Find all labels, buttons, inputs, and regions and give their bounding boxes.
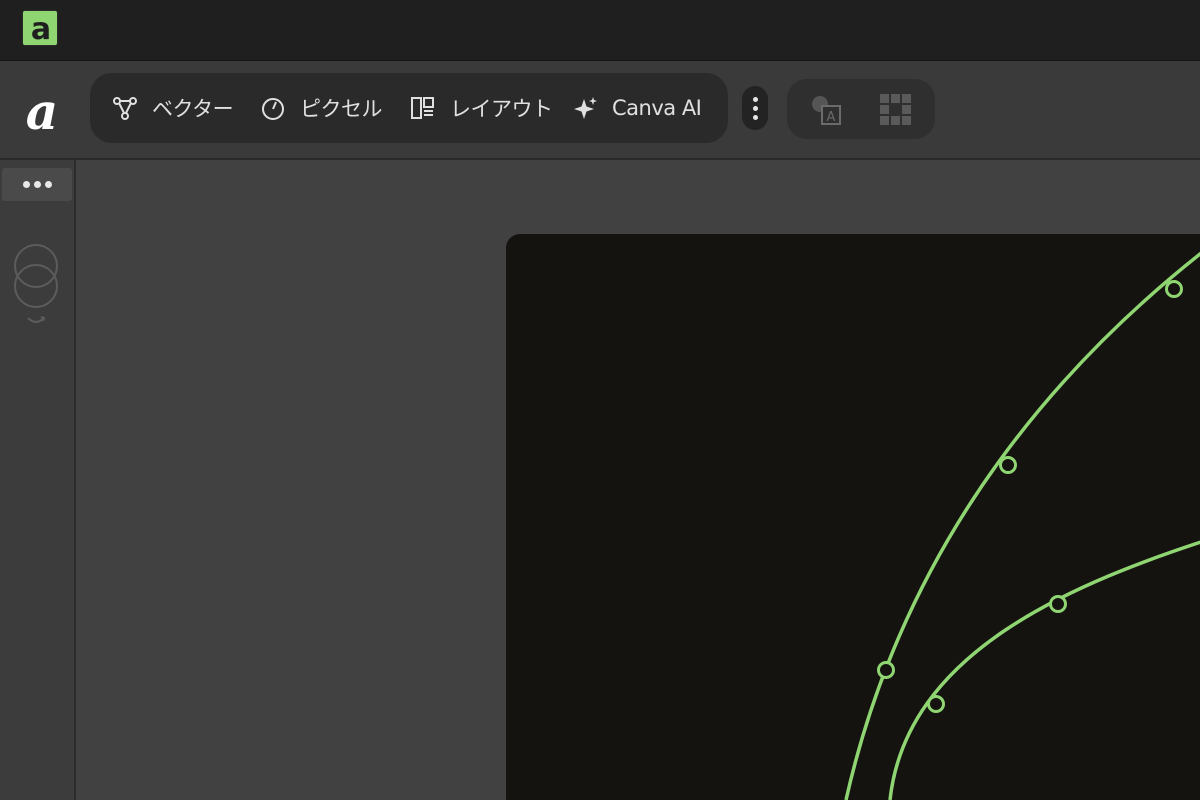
more-horizontal-icon [22,181,30,188]
layout-icon [410,95,436,121]
svg-text:A: A [827,110,836,125]
persona-pixel-label: ピクセル [300,97,383,121]
brand-logo-icon[interactable]: a [22,82,66,141]
blend-mode-icon[interactable] [12,242,60,330]
path-node[interactable] [927,695,945,713]
text-frame-icon[interactable]: A [807,91,845,129]
grid-icon[interactable] [877,91,915,129]
app-logo-icon[interactable]: a [22,10,58,47]
persona-vector-label: ベクター [152,97,234,121]
persona-canva-ai-label: Canva AI [612,96,702,120]
title-bar: a [0,0,1200,61]
persona-canva-ai[interactable]: Canva AI [572,73,702,143]
vector-nodes-icon [112,95,138,121]
more-options-button[interactable] [742,86,768,130]
persona-layout[interactable]: レイアウト [410,73,553,143]
svg-text:a: a [31,12,51,47]
path-node[interactable] [999,456,1017,474]
sparkle-icon [572,95,598,121]
persona-pixel[interactable]: ピクセル [260,73,383,143]
persona-vector[interactable]: ベクター [112,73,234,143]
path-node[interactable] [1049,595,1067,613]
context-tool-group: A [787,79,935,139]
outer-curve-path[interactable] [844,234,1200,800]
left-panel [0,160,76,800]
document-canvas[interactable] [506,234,1200,800]
inner-curve-path[interactable] [888,534,1200,800]
svg-text:a: a [26,85,58,135]
main-toolbar: a ベクター ピクセル レイアウト Canva AI A [0,61,1200,160]
path-node[interactable] [877,661,895,679]
persona-layout-label: レイアウト [450,97,553,121]
pixel-brush-icon [260,95,286,121]
persona-switcher: ベクター ピクセル レイアウト Canva AI [90,73,728,143]
more-vertical-icon [752,96,758,102]
path-node[interactable] [1165,280,1183,298]
panel-menu-button[interactable] [2,168,72,201]
